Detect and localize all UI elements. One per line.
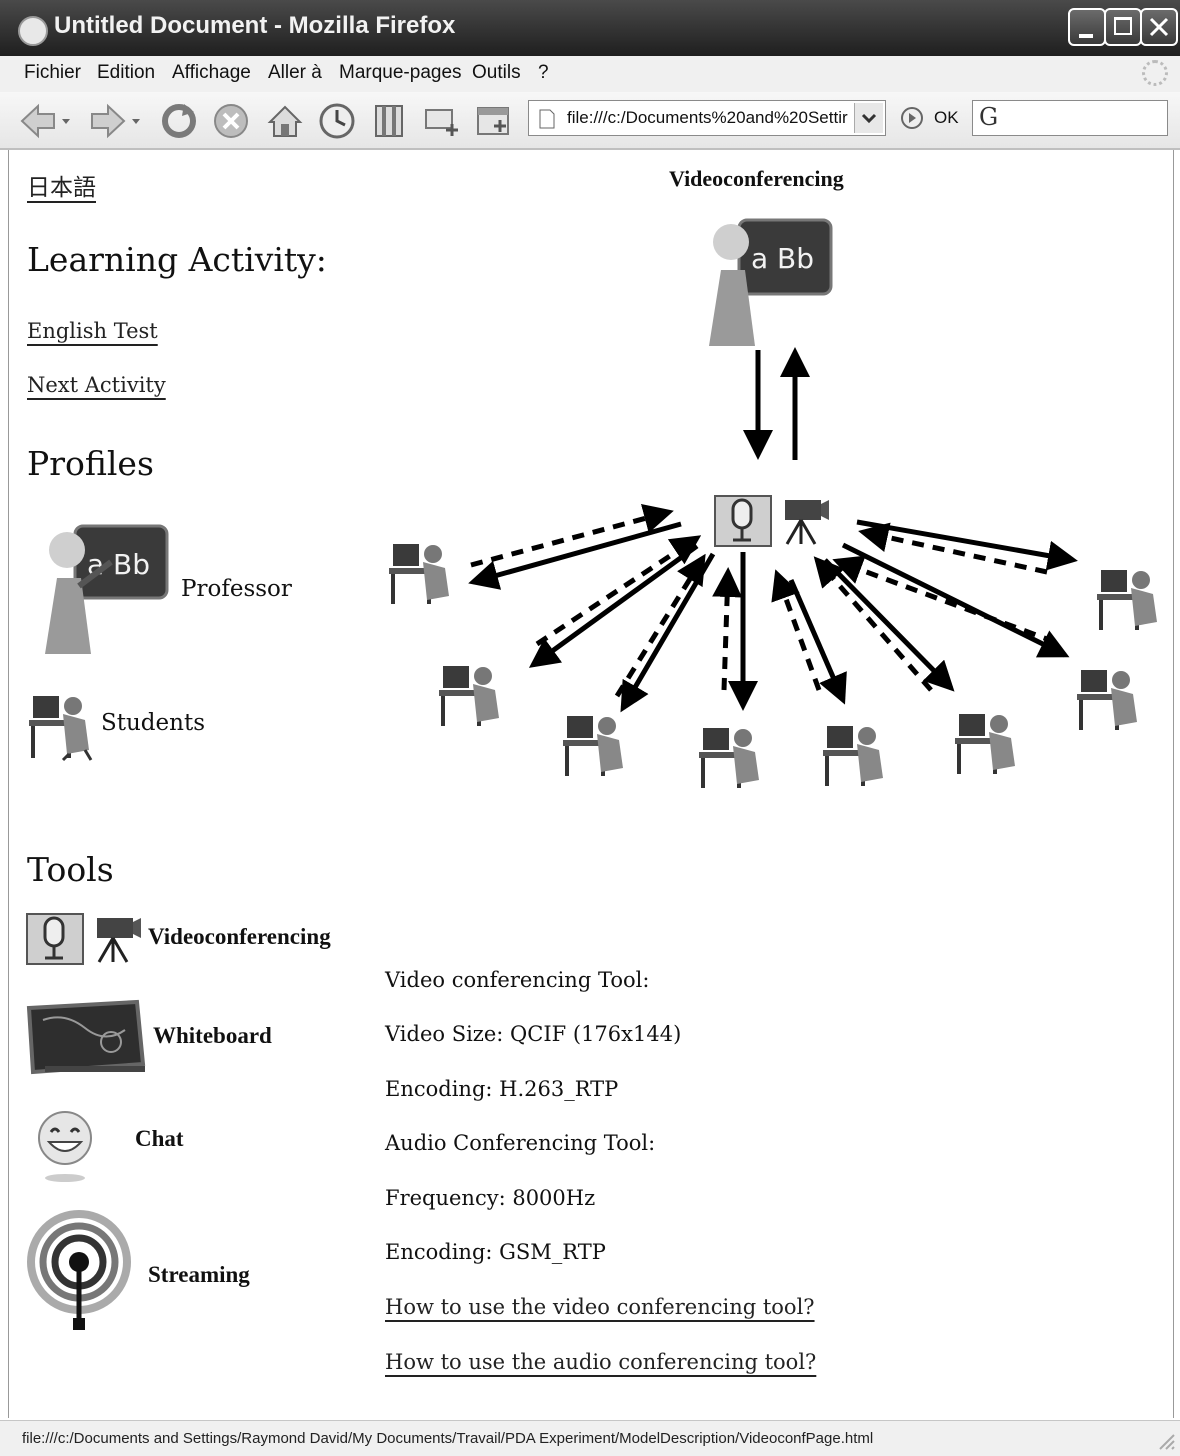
- microphone-icon: [26, 913, 84, 965]
- audio-help-link[interactable]: How to use the audio conferencing tool?: [385, 1350, 816, 1374]
- tools-heading: Tools: [27, 850, 114, 889]
- info-line: Encoding: H.263_RTP: [385, 1077, 619, 1101]
- student-node-icon: [1077, 670, 1137, 730]
- chat-smiley-icon: [38, 1111, 92, 1182]
- connection-arrows: [468, 347, 1078, 713]
- video-help-link[interactable]: How to use the video conferencing tool?: [385, 1295, 815, 1319]
- status-text: file:///c:/Documents and Settings/Raymon…: [22, 1430, 874, 1447]
- student-node-icon: [1097, 570, 1157, 630]
- status-bar: file:///c:/Documents and Settings/Raymon…: [0, 1420, 1180, 1456]
- info-line: Frequency: 8000Hz: [385, 1186, 596, 1210]
- info-line: Video Size: QCIF (176x144): [385, 1022, 682, 1046]
- streaming-antenna-icon: [27, 1210, 131, 1330]
- chat-tool-label[interactable]: Chat: [135, 1126, 184, 1152]
- student-node-icon: [389, 544, 449, 604]
- info-line: Audio Conferencing Tool:: [385, 1131, 656, 1155]
- resize-grip-icon[interactable]: [1154, 1429, 1176, 1451]
- page-content: 日本語 Learning Activity: English Test Next…: [8, 150, 1174, 1418]
- whiteboard-icon: [26, 999, 146, 1075]
- student-node-icon: [955, 714, 1015, 774]
- video-camera-icon: [97, 918, 141, 963]
- student-node-icon: [823, 726, 883, 786]
- student-node-icon: [439, 666, 499, 726]
- streaming-tool-label[interactable]: Streaming: [148, 1262, 250, 1288]
- info-line: Video conferencing Tool:: [385, 968, 650, 992]
- whiteboard-tool-label[interactable]: Whiteboard: [153, 1023, 272, 1049]
- student-node-icon: [699, 728, 759, 788]
- info-line: Encoding: GSM_RTP: [385, 1240, 606, 1264]
- videoconferencing-tool-label[interactable]: Videoconferencing: [148, 924, 331, 950]
- student-node-icon: [563, 716, 623, 776]
